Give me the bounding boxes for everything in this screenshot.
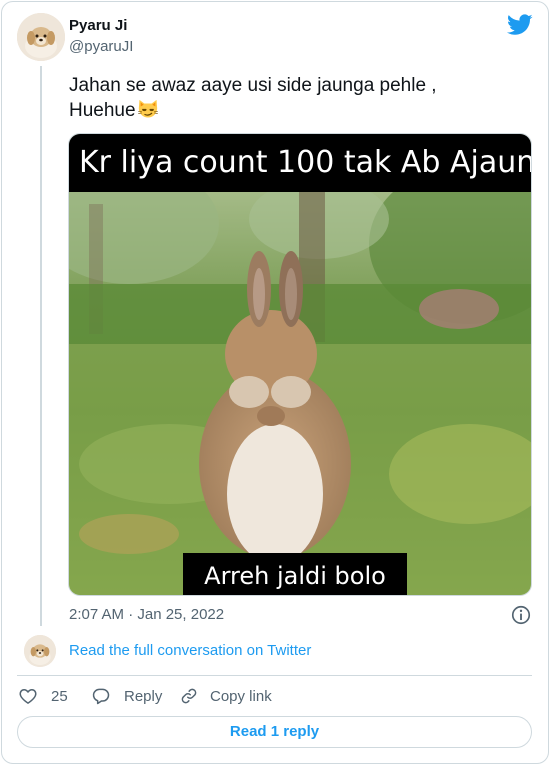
like-button[interactable]: 25	[18, 684, 68, 708]
tweet-text-line-1: Jahan se awaz aaye usi side jaunga pehle…	[69, 75, 437, 96]
reply-button[interactable]: Reply	[91, 684, 162, 708]
tweet-text-line-2: Huehue	[69, 98, 509, 123]
meme-caption-top: Kr liya count 100 tak Ab Ajaun?	[69, 134, 531, 192]
like-count: 25	[51, 687, 68, 705]
thread-line	[40, 66, 42, 626]
meme-caption-bottom: Arreh jaldi bolo	[183, 553, 407, 595]
author-avatar[interactable]	[17, 13, 65, 61]
info-icon[interactable]	[510, 604, 532, 626]
rabbit-photo	[69, 134, 531, 595]
reply-label: Reply	[124, 687, 163, 705]
tweet-text-line-2-text: Huehue	[69, 100, 136, 121]
heart-icon	[19, 689, 37, 704]
puppy-avatar-image	[17, 13, 65, 61]
tweet-timestamp[interactable]: 2:07 AM · Jan 25, 2022	[69, 606, 224, 623]
reply-bubble-icon	[92, 688, 110, 705]
conversation-avatar[interactable]	[24, 635, 56, 667]
copy-link-label: Copy link	[210, 687, 272, 705]
puppy-avatar-small-image	[24, 635, 56, 667]
read-conversation-link[interactable]: Read the full conversation on Twitter	[69, 642, 311, 659]
tweet-media-image[interactable]: Kr liya count 100 tak Ab Ajaun? Arreh ja…	[68, 133, 532, 596]
divider	[17, 675, 532, 676]
twitter-bird-icon[interactable]	[507, 14, 533, 36]
smirking-cat-face-icon	[137, 99, 158, 118]
link-icon	[181, 688, 197, 704]
read-replies-button[interactable]: Read 1 reply	[17, 716, 532, 748]
author-name[interactable]: Pyaru Ji	[69, 17, 127, 34]
tweet-text: Jahan se awaz aaye usi side jaunga pehle…	[69, 73, 509, 123]
copy-link-button[interactable]: Copy link	[179, 684, 272, 708]
author-handle[interactable]: @pyaruJI	[69, 38, 133, 55]
